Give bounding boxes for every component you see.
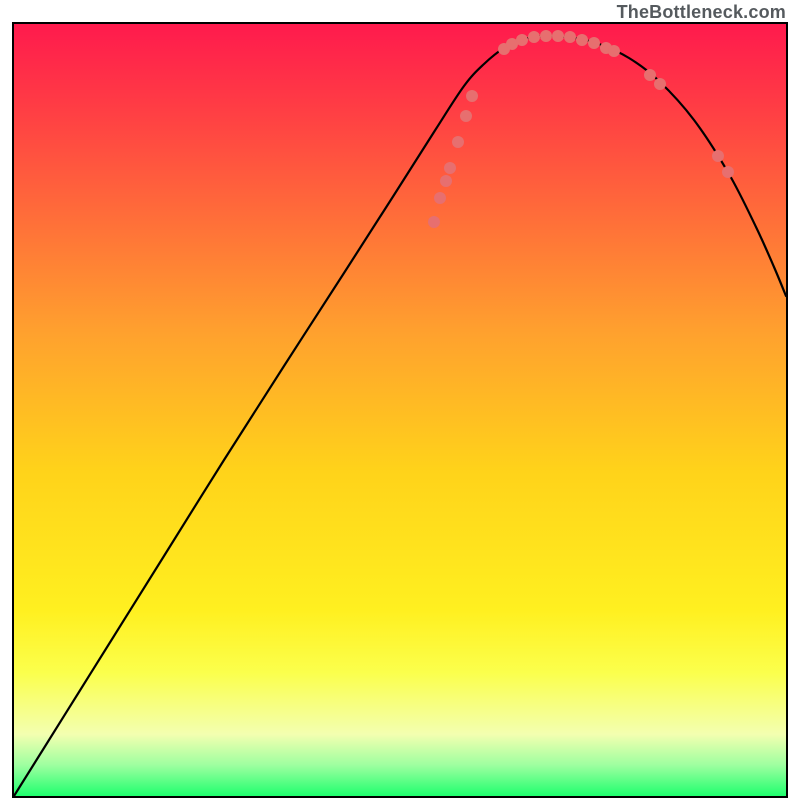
curve-marker (552, 30, 564, 42)
bottleneck-curve (14, 36, 786, 796)
curve-marker (540, 30, 552, 42)
curve-marker (452, 136, 464, 148)
curve-marker (428, 216, 440, 228)
curve-marker (466, 90, 478, 102)
curve-markers-group (428, 30, 734, 228)
chart-frame (12, 22, 788, 798)
curve-marker (576, 34, 588, 46)
curve-marker (564, 31, 576, 43)
curve-marker (712, 150, 724, 162)
curve-marker (516, 34, 528, 46)
curve-marker (444, 162, 456, 174)
curve-marker (588, 37, 600, 49)
curve-marker (440, 175, 452, 187)
chart-svg (14, 24, 786, 796)
curve-marker (722, 166, 734, 178)
curve-marker (654, 78, 666, 90)
curve-marker (434, 192, 446, 204)
curve-marker (528, 31, 540, 43)
curve-marker (460, 110, 472, 122)
curve-marker (608, 45, 620, 57)
curve-marker (644, 69, 656, 81)
attribution-text: TheBottleneck.com (617, 2, 786, 23)
